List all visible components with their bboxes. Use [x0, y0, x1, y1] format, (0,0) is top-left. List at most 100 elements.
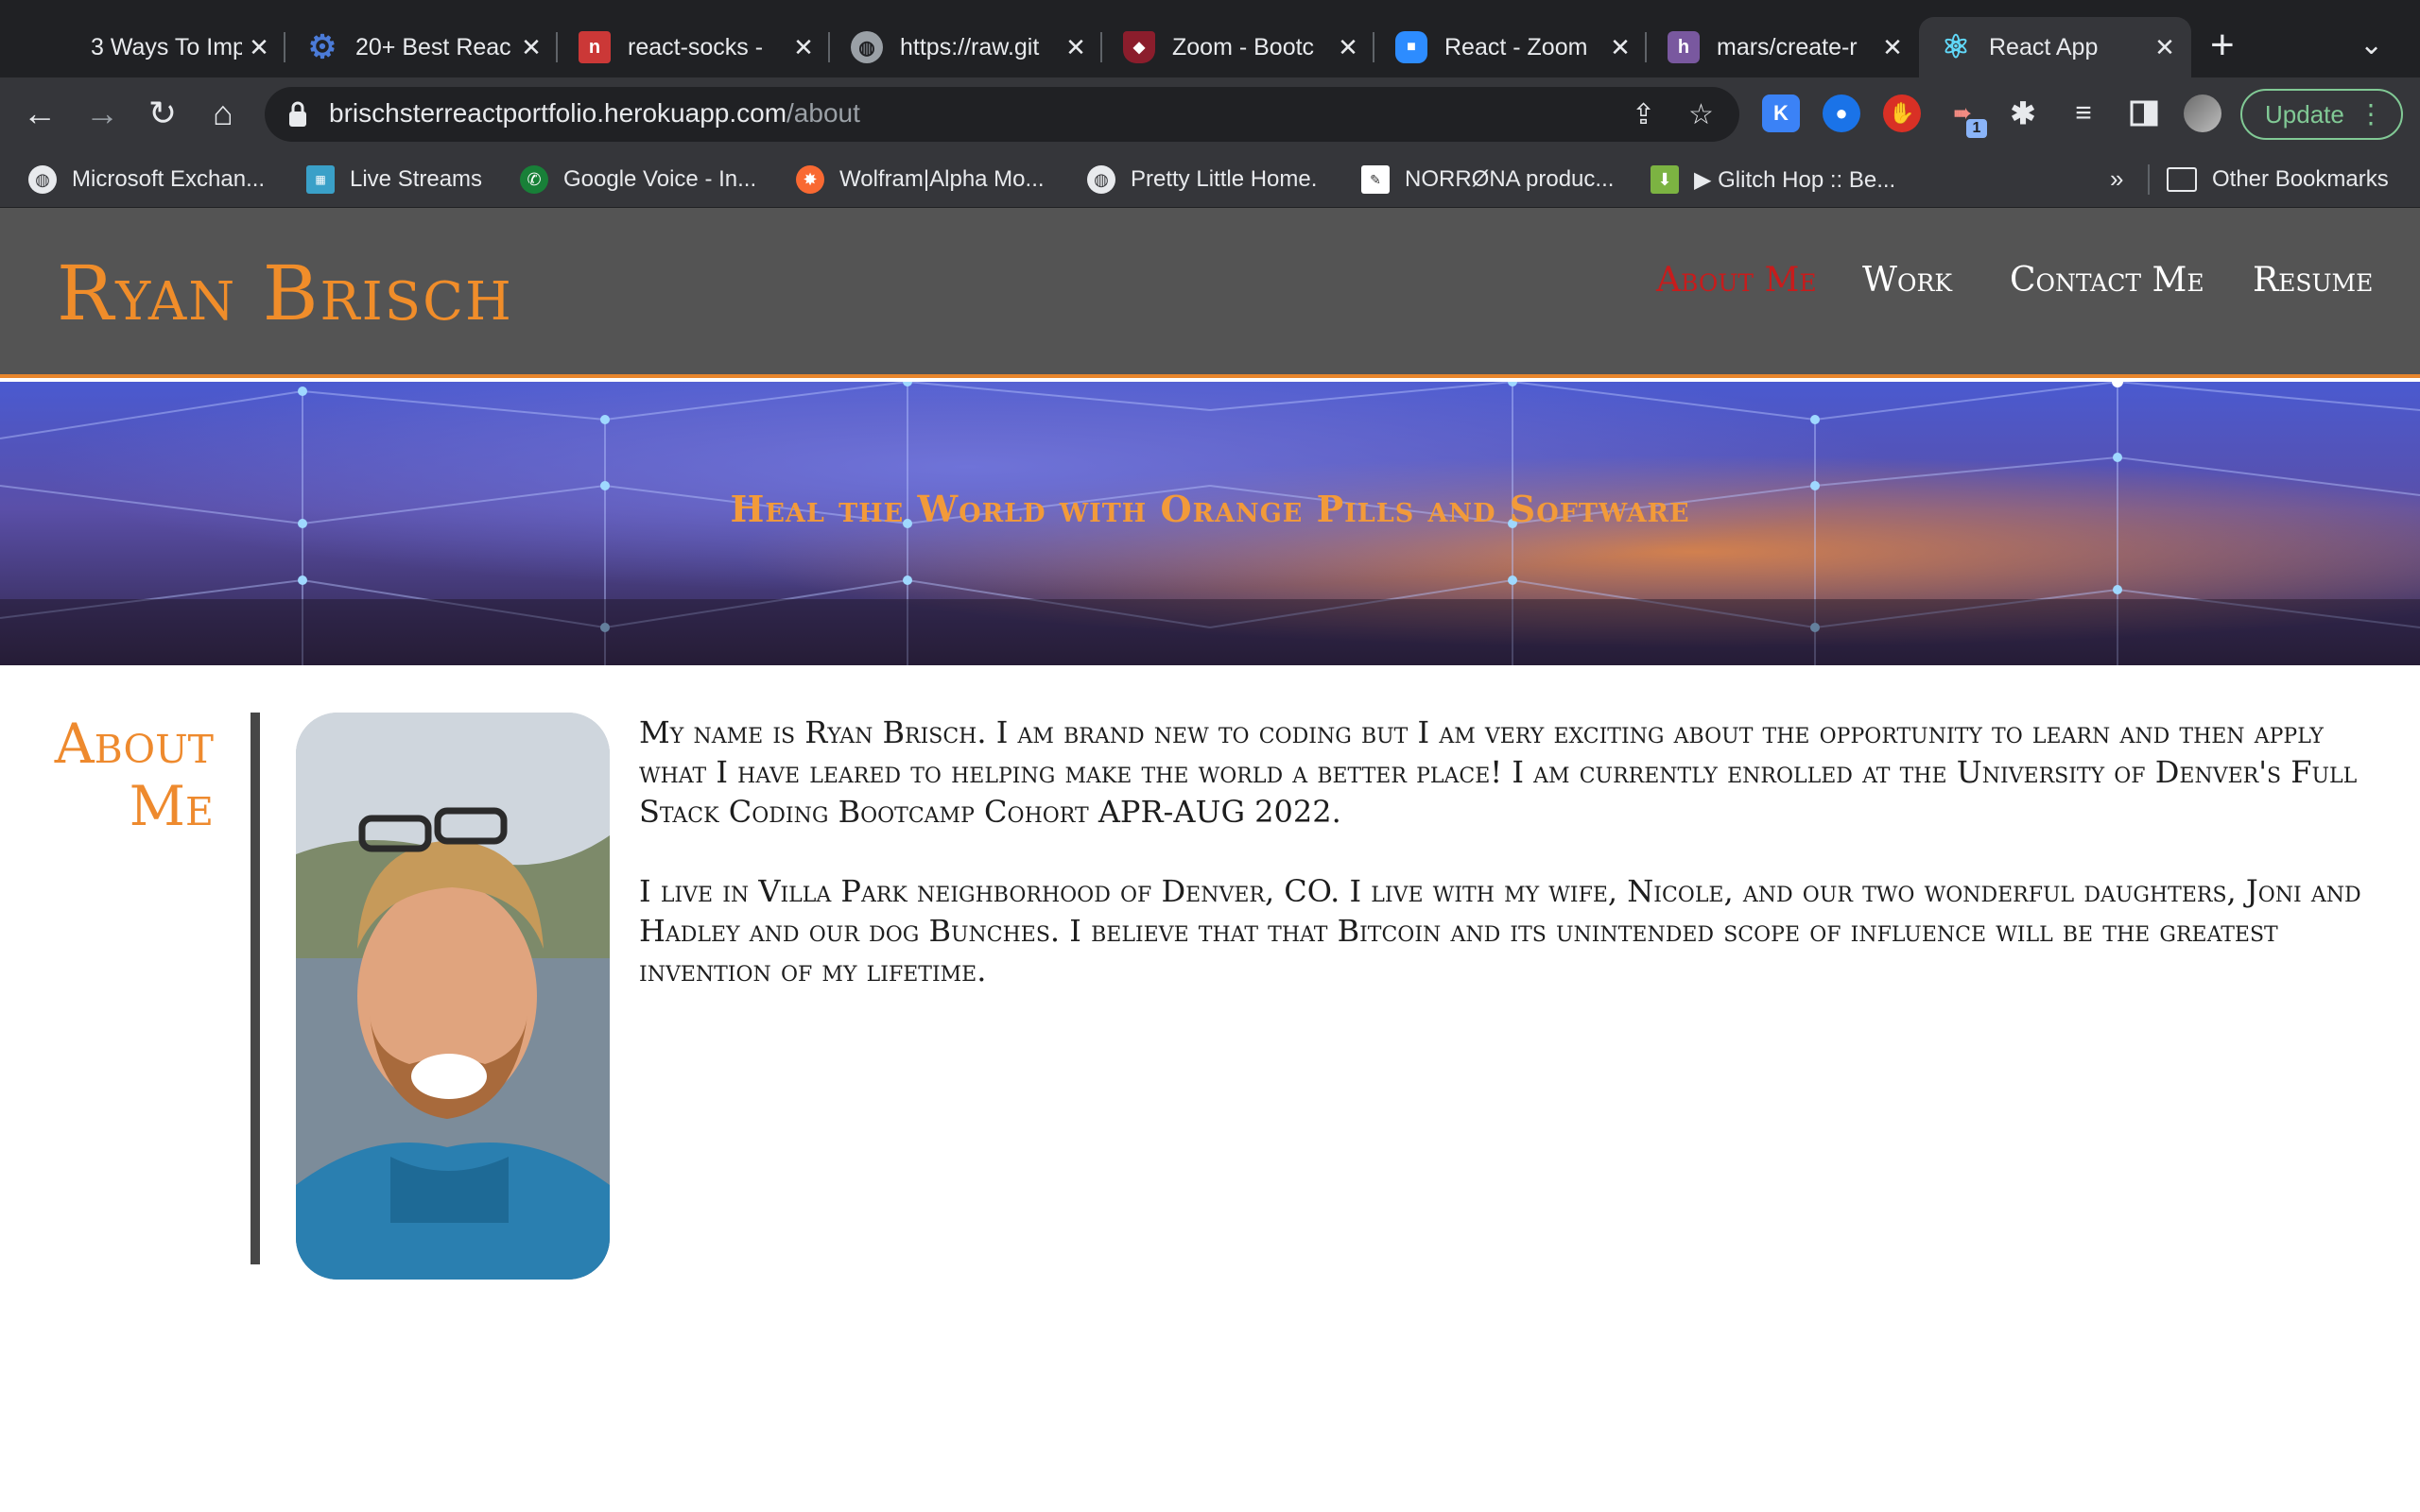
browser-tab[interactable]: ⚙ 20+ Best Reac ✕	[285, 17, 558, 77]
bookmarks-overflow-chevron[interactable]: »	[2110, 164, 2123, 194]
browser-tab[interactable]: ◍ https://raw.git ✕	[830, 17, 1102, 77]
url-text: brischsterreactportfolio.herokuapp.com/a…	[329, 98, 860, 129]
bookmark-label: Pretty Little Home.	[1131, 166, 1318, 192]
nav-work[interactable]: Work	[1862, 261, 1952, 300]
bookmark-label: NORRØNA produc...	[1405, 166, 1615, 192]
bio-paragraph: I live in Villa Park neighborhood of Den…	[639, 873, 2361, 988]
blank-tab-icon	[42, 31, 74, 63]
new-tab-icon[interactable]: +	[2210, 25, 2235, 66]
bookmark-label: ▶ Glitch Hop :: Be...	[1694, 166, 1896, 193]
profile-photo	[296, 713, 610, 1280]
browser-tab[interactable]: 3 Ways To Imp ✕	[21, 17, 285, 77]
circle-extension-icon[interactable]: ●	[1823, 94, 1860, 132]
site-brand[interactable]: Ryan Brisch	[57, 249, 513, 337]
close-tab-icon[interactable]: ✕	[1876, 33, 1910, 62]
bookmark-item[interactable]: ✆ Google Voice - In...	[520, 163, 756, 197]
nav-about-me[interactable]: About Me	[1656, 261, 1817, 300]
address-bar[interactable]: brischsterreactportfolio.herokuapp.com/a…	[265, 87, 1739, 142]
about-heading-line2: Me	[129, 774, 214, 838]
globe-icon: ◍	[28, 165, 57, 194]
nav-contact-me[interactable]: Contact Me	[2010, 261, 2204, 300]
bookmark-item[interactable]: ✸ Wolfram|Alpha Mo...	[796, 163, 1045, 197]
bio-paragraph: My name is Ryan Brisch. I am brand new t…	[639, 714, 2358, 830]
bookmark-item[interactable]: ◍ Microsoft Exchan...	[28, 163, 265, 197]
profile-avatar[interactable]	[2184, 94, 2221, 132]
zoom-icon: ■	[1395, 31, 1427, 63]
bookmark-item[interactable]: ⬇ ▶ Glitch Hop :: Be...	[1651, 163, 1895, 197]
tab-title: Zoom - Bootc	[1172, 33, 1315, 60]
portrait-illustration	[296, 713, 610, 1280]
star-icon[interactable]: ☆	[1688, 98, 1714, 131]
heroku-icon: h	[1668, 31, 1700, 63]
browser-toolbar: ← → ↻ ⌂ brischsterreactportfolio.herokua…	[0, 77, 2420, 151]
lock-icon	[289, 101, 306, 127]
folder-icon	[2167, 167, 2197, 192]
tab-title: 20+ Best Reac	[355, 33, 511, 60]
npm-icon: n	[579, 31, 611, 63]
bookmark-label: Microsoft Exchan...	[72, 166, 266, 192]
tab-title: 3 Ways To Imp	[91, 33, 242, 60]
globe-icon: ◍	[1087, 165, 1115, 194]
side-panel-icon[interactable]	[2125, 94, 2163, 132]
bookmark-item[interactable]: ◍ Pretty Little Home.	[1087, 163, 1317, 197]
tab-title: https://raw.git	[900, 33, 1040, 60]
puzzle-extensions-icon[interactable]: ✱	[2004, 94, 2042, 132]
bookmark-label: Google Voice - In...	[563, 166, 757, 192]
url-host: brischsterreactportfolio.herokuapp.com	[329, 98, 787, 128]
globe-icon: ◍	[851, 31, 883, 63]
chevron-down-icon[interactable]: ⌄	[2360, 28, 2383, 61]
download-icon: ⬇	[1651, 165, 1679, 194]
home-icon[interactable]: ⌂	[202, 93, 244, 134]
browser-tab[interactable]: ◆ Zoom - Bootc ✕	[1102, 17, 1374, 77]
cast-extension-icon[interactable]: ➠ 1	[1944, 94, 1987, 138]
bio-text: My name is Ryan Brisch. I am brand new t…	[639, 713, 2378, 1030]
close-tab-icon[interactable]: ✕	[2148, 33, 2182, 62]
browser-tab[interactable]: n react-socks - ✕	[558, 17, 830, 77]
other-bookmarks[interactable]: Other Bookmarks	[2167, 163, 2389, 197]
bookmark-label: Wolfram|Alpha Mo...	[839, 166, 1045, 192]
tab-title: React App	[1989, 33, 2099, 60]
close-tab-icon[interactable]: ✕	[786, 33, 821, 62]
hero-tagline: Heal the World with Orange Pills and Sof…	[730, 488, 1690, 530]
bookmark-item[interactable]: ✎ NORRØNA produc...	[1361, 163, 1614, 197]
close-tab-icon[interactable]: ✕	[1059, 33, 1093, 62]
tab-title: mars/create-r	[1717, 33, 1858, 60]
about-heading: About Me	[28, 713, 214, 837]
bookmark-label: Live Streams	[350, 166, 483, 192]
back-arrow-icon[interactable]: ←	[19, 93, 60, 134]
more-vert-icon[interactable]: ⋮	[2358, 98, 2384, 129]
react-icon: ⚛	[1941, 29, 1971, 65]
shield-icon: ◆	[1123, 31, 1155, 63]
update-button[interactable]: Update ⋮	[2240, 89, 2403, 140]
k-extension-icon[interactable]: K	[1762, 94, 1800, 132]
update-label: Update	[2265, 99, 2344, 129]
tab-title: React - Zoom	[1444, 33, 1588, 60]
url-path: /about	[786, 98, 860, 128]
nav-resume[interactable]: Resume	[2253, 261, 2373, 300]
share-icon[interactable]: ⇪	[1632, 98, 1655, 131]
close-tab-icon[interactable]: ✕	[1603, 33, 1637, 62]
stream-icon: ▦	[306, 165, 335, 194]
bookmark-item[interactable]: ▦ Live Streams	[306, 163, 482, 197]
browser-tab-strip: 3 Ways To Imp ✕ ⚙ 20+ Best Reac ✕ n reac…	[0, 0, 2420, 77]
norrona-icon: ✎	[1361, 165, 1390, 194]
hand-block-extension-icon[interactable]: ✋	[1883, 94, 1921, 132]
gear-icon: ⚙	[307, 29, 337, 65]
wolfram-icon: ✸	[796, 165, 824, 194]
about-divider-bar	[251, 713, 260, 1264]
bookmarks-bar: ◍ Microsoft Exchan... ▦ Live Streams ✆ G…	[0, 151, 2420, 208]
reload-icon[interactable]: ↻	[142, 93, 183, 134]
browser-tab-active[interactable]: ⚛ React App ✕	[1919, 17, 2191, 77]
media-queue-icon[interactable]: ≡	[2065, 94, 2102, 132]
about-heading-line1: About	[54, 712, 214, 776]
browser-tab[interactable]: h mars/create-r ✕	[1647, 17, 1919, 77]
close-tab-icon[interactable]: ✕	[514, 33, 548, 62]
site-header: Ryan Brisch About Me Work Contact Me Res…	[0, 208, 2420, 378]
close-tab-icon[interactable]: ✕	[242, 33, 276, 62]
close-tab-icon[interactable]: ✕	[1331, 33, 1365, 62]
hero-banner: Heal the World with Orange Pills and Sof…	[0, 382, 2420, 665]
phone-icon: ✆	[520, 165, 548, 194]
browser-tab[interactable]: ■ React - Zoom ✕	[1374, 17, 1647, 77]
bookmarks-divider	[2148, 164, 2150, 195]
forward-arrow-icon[interactable]: →	[81, 93, 123, 134]
